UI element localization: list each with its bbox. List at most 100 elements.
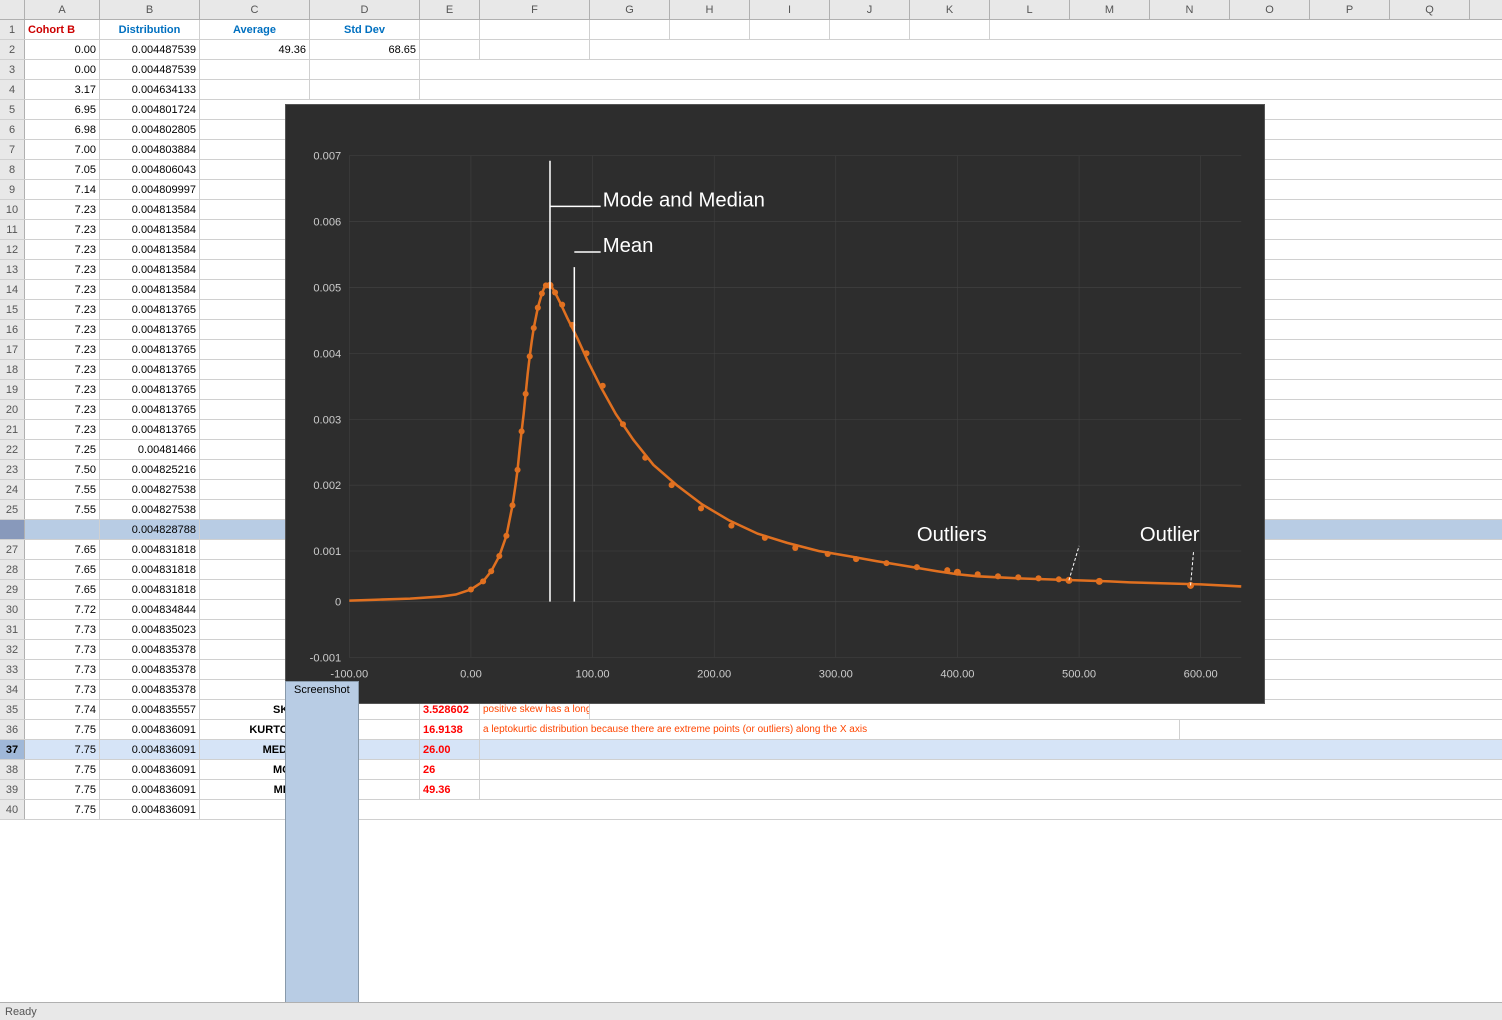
cell-b13[interactable]: 0.004813584	[100, 260, 200, 279]
cell-a23[interactable]: 7.50	[25, 460, 100, 479]
row-number: 38	[0, 760, 25, 779]
cell-b33[interactable]: 0.004835378	[100, 660, 200, 679]
cell-b17[interactable]: 0.004813765	[100, 340, 200, 359]
col-header-h: H	[670, 0, 750, 19]
svg-text:0.002: 0.002	[313, 480, 341, 492]
cell-a4[interactable]: 3.17	[25, 80, 100, 99]
cell-b30[interactable]: 0.004834844	[100, 600, 200, 619]
cell-b10[interactable]: 0.004813584	[100, 200, 200, 219]
cell-a34[interactable]: 7.73	[25, 680, 100, 699]
cell-a19[interactable]: 7.23	[25, 380, 100, 399]
cell-b26[interactable]: 0.004828788	[100, 520, 200, 539]
cell-a30[interactable]: 7.72	[25, 600, 100, 619]
row-number: 22	[0, 440, 25, 459]
cell-a29[interactable]: 7.65	[25, 580, 100, 599]
cell-a13[interactable]: 7.23	[25, 260, 100, 279]
cell-b27[interactable]: 0.004831818	[100, 540, 200, 559]
cell-b32[interactable]: 0.004835378	[100, 640, 200, 659]
cell-a36[interactable]: 7.75	[25, 720, 100, 739]
cell-b40[interactable]: 0.004836091	[100, 800, 200, 819]
cell-b39[interactable]: 0.004836091	[100, 780, 200, 799]
cell-d2[interactable]: 68.65	[310, 40, 420, 59]
cell-b19[interactable]: 0.004813765	[100, 380, 200, 399]
cell-a24[interactable]: 7.55	[25, 480, 100, 499]
cell-b22[interactable]: 0.00481466	[100, 440, 200, 459]
cell-a27[interactable]: 7.65	[25, 540, 100, 559]
cell-a25[interactable]: 7.55	[25, 500, 100, 519]
cell-a14[interactable]: 7.23	[25, 280, 100, 299]
cell-a18[interactable]: 7.23	[25, 360, 100, 379]
cell-a38[interactable]: 7.75	[25, 760, 100, 779]
cell-b36[interactable]: 0.004836091	[100, 720, 200, 739]
cell-a33[interactable]: 7.73	[25, 660, 100, 679]
cell-a15[interactable]: 7.23	[25, 300, 100, 319]
cell-b24[interactable]: 0.004827538	[100, 480, 200, 499]
cell-a3[interactable]: 0.00	[25, 60, 100, 79]
cell-e36[interactable]: 16.9138	[420, 720, 480, 739]
cell-b7[interactable]: 0.004803884	[100, 140, 200, 159]
cell-k1	[910, 20, 990, 39]
cell-b28[interactable]: 0.004831818	[100, 560, 200, 579]
cell-a6[interactable]: 6.98	[25, 120, 100, 139]
cell-b20[interactable]: 0.004813765	[100, 400, 200, 419]
cell-c1[interactable]: Average	[200, 20, 310, 39]
cell-a7[interactable]: 7.00	[25, 140, 100, 159]
cell-a26[interactable]	[25, 520, 100, 539]
cell-b9[interactable]: 0.004809997	[100, 180, 200, 199]
cell-a31[interactable]: 7.73	[25, 620, 100, 639]
cell-a1[interactable]: Cohort B	[25, 20, 100, 39]
cell-b14[interactable]: 0.004813584	[100, 280, 200, 299]
cell-b35[interactable]: 0.004835557	[100, 700, 200, 719]
cell-b2[interactable]: 0.004487539	[100, 40, 200, 59]
cell-a9[interactable]: 7.14	[25, 180, 100, 199]
outliers-label: Outliers	[917, 524, 987, 546]
cell-a21[interactable]: 7.23	[25, 420, 100, 439]
cell-b34[interactable]: 0.004835378	[100, 680, 200, 699]
cell-a11[interactable]: 7.23	[25, 220, 100, 239]
cell-a2[interactable]: 0.00	[25, 40, 100, 59]
cell-a17[interactable]: 7.23	[25, 340, 100, 359]
cell-e37[interactable]: 26.00	[420, 740, 480, 759]
cell-a22[interactable]: 7.25	[25, 440, 100, 459]
cell-b29[interactable]: 0.004831818	[100, 580, 200, 599]
cell-f36: a leptokurtic distribution because there…	[480, 720, 1180, 739]
cell-h1	[670, 20, 750, 39]
table-row: 1 Cohort B Distribution Average Std Dev	[0, 20, 1502, 40]
cell-b23[interactable]: 0.004825216	[100, 460, 200, 479]
cell-a28[interactable]: 7.65	[25, 560, 100, 579]
cell-b4[interactable]: 0.004634133	[100, 80, 200, 99]
cell-a37[interactable]: 7.75	[25, 740, 100, 759]
cell-b38[interactable]: 0.004836091	[100, 760, 200, 779]
cell-b25[interactable]: 0.004827538	[100, 500, 200, 519]
cell-a16[interactable]: 7.23	[25, 320, 100, 339]
cell-b18[interactable]: 0.004813765	[100, 360, 200, 379]
cell-a40[interactable]: 7.75	[25, 800, 100, 819]
cell-e39[interactable]: 49.36	[420, 780, 480, 799]
cell-b12[interactable]: 0.004813584	[100, 240, 200, 259]
col-header-c: C	[200, 0, 310, 19]
cell-c2[interactable]: 49.36	[200, 40, 310, 59]
cell-a12[interactable]: 7.23	[25, 240, 100, 259]
cell-b6[interactable]: 0.004802805	[100, 120, 200, 139]
cell-b8[interactable]: 0.004806043	[100, 160, 200, 179]
cell-a8[interactable]: 7.05	[25, 160, 100, 179]
cell-b16[interactable]: 0.004813765	[100, 320, 200, 339]
cell-b37[interactable]: 0.004836091	[100, 740, 200, 759]
cell-a35[interactable]: 7.74	[25, 700, 100, 719]
cell-b5[interactable]: 0.004801724	[100, 100, 200, 119]
cell-b21[interactable]: 0.004813765	[100, 420, 200, 439]
row-number: 14	[0, 280, 25, 299]
screenshot-tab[interactable]: Screenshot	[285, 681, 359, 1020]
cell-a5[interactable]: 6.95	[25, 100, 100, 119]
cell-d1[interactable]: Std Dev	[310, 20, 420, 39]
cell-a39[interactable]: 7.75	[25, 780, 100, 799]
cell-b3[interactable]: 0.004487539	[100, 60, 200, 79]
cell-b11[interactable]: 0.004813584	[100, 220, 200, 239]
cell-a20[interactable]: 7.23	[25, 400, 100, 419]
cell-e38[interactable]: 26	[420, 760, 480, 779]
cell-b1[interactable]: Distribution	[100, 20, 200, 39]
cell-b31[interactable]: 0.004835023	[100, 620, 200, 639]
cell-a32[interactable]: 7.73	[25, 640, 100, 659]
cell-a10[interactable]: 7.23	[25, 200, 100, 219]
cell-b15[interactable]: 0.004813765	[100, 300, 200, 319]
